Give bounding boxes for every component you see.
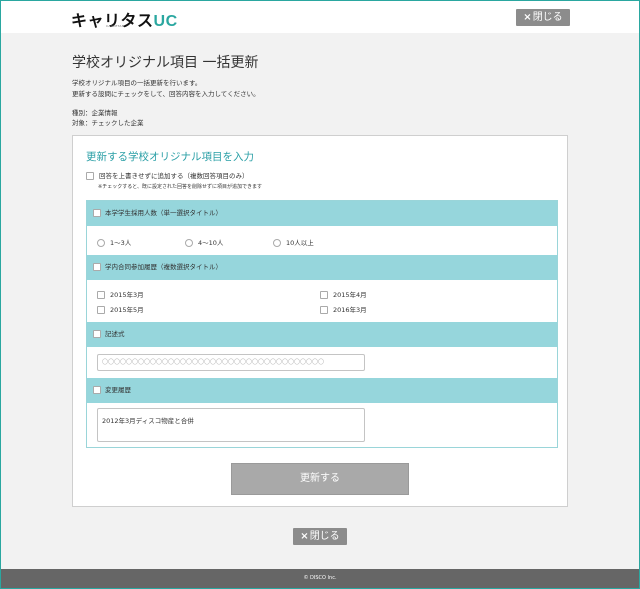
item-checkbox[interactable] [93, 263, 101, 271]
checkbox[interactable] [320, 291, 328, 299]
page-title: 学校オリジナル項目 一括更新 [72, 55, 259, 71]
item-header-change-history[interactable]: 変更履歴 [87, 378, 557, 403]
free-text-input[interactable]: 〇〇〇〇〇〇〇〇〇〇〇〇〇〇〇〇〇〇〇〇〇〇〇〇〇〇〇〇〇〇〇〇〇〇〇〇〇 [97, 354, 365, 371]
radio-option[interactable]: 10人以上 [273, 237, 314, 247]
copyright: © DISCO Inc. [303, 575, 337, 581]
checkbox[interactable] [97, 306, 105, 314]
item-header-free-text[interactable]: 記述式 [87, 322, 557, 347]
logo: キャリタスUC [71, 7, 178, 31]
overwrite-checkbox[interactable] [86, 172, 94, 180]
description-line-2: 更新する設問にチェックをして、回答内容を入力してください。 [72, 90, 260, 98]
item-label: 記述式 [105, 330, 125, 338]
radio-button[interactable] [97, 239, 105, 247]
item-header-hiring-count[interactable]: 本学学生採用人数（単一選択タイトル） [87, 201, 557, 226]
checkbox[interactable] [97, 291, 105, 299]
type-label: 種別：企業情報 [72, 109, 118, 117]
radio-label: 10人以上 [286, 239, 314, 247]
item-label: 変更履歴 [105, 386, 131, 394]
logo-subtext: CAREETAS [106, 24, 124, 28]
radio-option[interactable]: 4〜10人 [185, 237, 223, 247]
logo-uc-text: UC [153, 13, 178, 30]
checkbox-option[interactable]: 2015年5月 [97, 304, 144, 314]
overwrite-label: 回答を上書きせずに追加する（複数回答項目のみ） [99, 172, 249, 180]
overwrite-note: ※チェックすると、既に設定された回答を削除せずに項目が追加できます [98, 184, 262, 190]
checkbox-label: 2015年5月 [110, 306, 144, 314]
checkbox-option[interactable]: 2015年4月 [320, 289, 367, 299]
close-icon: × [300, 531, 309, 542]
close-button-bottom[interactable]: ×閉じる [293, 528, 347, 545]
item-checkbox[interactable] [93, 209, 101, 217]
item-checkbox[interactable] [93, 386, 101, 394]
overwrite-option[interactable]: 回答を上書きせずに追加する（複数回答項目のみ） [86, 170, 249, 180]
close-icon: × [523, 12, 532, 23]
items-list: 本学学生採用人数（単一選択タイトル） 1〜3人 4〜10人 10人以上 学内合同… [86, 200, 558, 448]
close-button-label: 閉じる [309, 531, 340, 542]
header: キャリタスUC CAREETAS ×閉じる [1, 1, 639, 33]
change-history-textarea[interactable]: 2012年3月ディスコ物産と合併 [97, 408, 365, 442]
radio-label: 4〜10人 [198, 239, 224, 247]
checkbox-label: 2015年4月 [333, 291, 367, 299]
checkbox[interactable] [320, 306, 328, 314]
radio-label: 1〜3人 [110, 239, 132, 247]
update-panel: 更新する学校オリジナル項目を入力 回答を上書きせずに追加する（複数回答項目のみ）… [72, 135, 568, 507]
item-header-event-history[interactable]: 学内合同参加履歴（複数選択タイトル） [87, 255, 557, 280]
checkbox-label: 2016年3月 [333, 306, 367, 314]
item-checkbox[interactable] [93, 330, 101, 338]
update-button[interactable]: 更新する [231, 463, 409, 495]
close-button-top[interactable]: ×閉じる [516, 9, 570, 26]
checkbox-label: 2015年3月 [110, 291, 144, 299]
item-label: 学内合同参加履歴（複数選択タイトル） [105, 263, 222, 271]
target-label: 対象：チェックした企業 [72, 119, 144, 127]
item-label: 本学学生採用人数（単一選択タイトル） [105, 209, 222, 217]
checkbox-option[interactable]: 2015年3月 [97, 289, 144, 299]
radio-button[interactable] [273, 239, 281, 247]
radio-button[interactable] [185, 239, 193, 247]
description-line-1: 学校オリジナル項目の一括更新を行います。 [72, 79, 202, 87]
radio-option[interactable]: 1〜3人 [97, 237, 131, 247]
panel-title: 更新する学校オリジナル項目を入力 [86, 151, 254, 163]
checkbox-option[interactable]: 2016年3月 [320, 304, 367, 314]
footer: © DISCO Inc. [1, 569, 639, 588]
close-button-label: 閉じる [532, 12, 563, 23]
